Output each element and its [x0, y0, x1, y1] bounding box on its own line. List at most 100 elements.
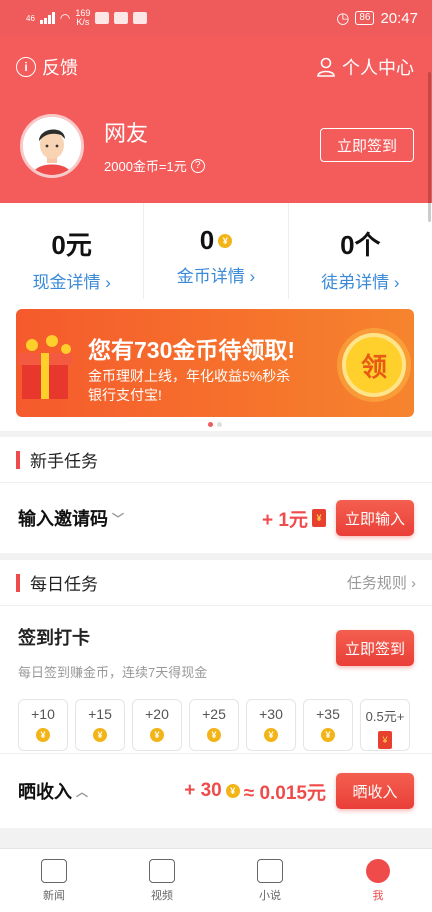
- checkin-days: +10 ¥ +15 ¥ +20 ¥ +25 ¥ +30 ¥ +35 ¥ 0.5元+ ¥: [18, 699, 414, 751]
- cash-value: 0元: [51, 230, 92, 260]
- message-icon: [95, 12, 110, 24]
- day-reward: +20: [145, 706, 169, 722]
- profile-header: i 反馈 个人中心 网友 2000金币=1元 ? 立即签到: [0, 36, 432, 203]
- checkin-day-1: +10 ¥: [18, 699, 68, 751]
- avatar-image: [23, 117, 81, 175]
- status-bar: 46 ◠ 169 K/s ◷ 86 20:47: [0, 0, 432, 36]
- day-reward: +10: [31, 706, 55, 722]
- share-reward-text: + 30: [184, 780, 222, 801]
- claim-badge[interactable]: 领: [342, 333, 406, 397]
- tab-me-label: 我: [372, 890, 384, 902]
- day-reward: +25: [202, 706, 226, 722]
- personal-center-button[interactable]: 个人中心: [316, 54, 414, 80]
- invite-reward-text: + 1元: [262, 509, 308, 531]
- carousel-indicator: [208, 422, 222, 427]
- invite-code-title: 输入邀请码: [18, 509, 108, 529]
- section-header: 每日任务 任务规则 ›: [0, 560, 432, 606]
- task-rules-label: 任务规则: [346, 575, 407, 592]
- apprentice-stat[interactable]: 0个 徒弟详情 ›: [289, 203, 432, 299]
- red-packet-icon: ¥: [312, 509, 326, 527]
- info-icon: i: [16, 57, 36, 77]
- alarm-icon: ◷: [336, 10, 350, 27]
- app-notification-icon: [133, 12, 148, 24]
- avatar[interactable]: [20, 114, 84, 178]
- checkin-card: 签到打卡 每日签到赚金币，连续7天得现金 立即签到 +10 ¥ +15 ¥ +20 ¥…: [0, 606, 432, 754]
- share-income-button[interactable]: 晒收入: [336, 773, 414, 809]
- exchange-rate[interactable]: 2000金币=1元 ?: [104, 156, 205, 175]
- daily-section-title: 每日任务: [30, 575, 98, 594]
- video-icon: [149, 859, 175, 883]
- coin-icon: ¥: [93, 728, 107, 742]
- task-rules-link[interactable]: 任务规则 ›: [347, 572, 416, 593]
- user-icon: [366, 859, 390, 883]
- chevron-right-icon: ›: [249, 267, 256, 286]
- day-reward: +30: [259, 706, 283, 722]
- apprentice-value: 0个: [340, 230, 381, 260]
- coin-icon: ¥: [225, 784, 240, 798]
- chevron-down-icon: ﹀: [112, 511, 125, 526]
- coin-icon: ¥: [150, 728, 164, 742]
- personal-center-label: 个人中心: [342, 58, 414, 78]
- time: 20:47: [380, 9, 418, 27]
- user-icon: [317, 57, 335, 77]
- banner-subtitle: 金币理财上线，年化收益5%秒杀 银行支付宝!: [88, 367, 328, 405]
- checkin-day-4: +25 ¥: [189, 699, 239, 751]
- enter-invite-button[interactable]: 立即输入: [336, 500, 414, 536]
- tab-novel-label: 小说: [259, 890, 281, 902]
- chevron-right-icon: ›: [411, 575, 416, 592]
- section-header: 新手任务: [0, 437, 432, 483]
- banner-carousel: 您有730金币待领取! 金币理财上线，年化收益5%秒杀 银行支付宝! 领: [0, 299, 432, 431]
- invite-code-row: 输入邀请码 ﹀ + 1元 ¥ 立即输入: [0, 483, 432, 553]
- cash-stat[interactable]: 0元 现金详情 ›: [0, 203, 145, 299]
- signin-button-header[interactable]: 立即签到: [320, 128, 414, 162]
- share-approx-text: ≈ 0.015元: [243, 782, 326, 804]
- exchange-rate-text: 2000金币=1元: [104, 159, 187, 174]
- newbie-task-section: 新手任务 输入邀请码 ﹀ + 1元 ¥ 立即输入: [0, 437, 432, 553]
- help-icon: ?: [190, 158, 205, 173]
- day-reward: +35: [316, 706, 340, 722]
- chevron-up-icon: ︿: [76, 784, 89, 799]
- section-marker: [16, 573, 20, 592]
- checkin-button[interactable]: 立即签到: [336, 630, 414, 666]
- tab-novel[interactable]: 小说: [216, 849, 324, 912]
- tab-news-label: 新闻: [43, 890, 65, 902]
- tab-news[interactable]: 新闻: [0, 849, 108, 912]
- share-income-title: 晒收入: [18, 782, 72, 802]
- chevron-right-icon: ›: [105, 273, 111, 292]
- coin-stat[interactable]: 0 ¥ 金币详情 ›: [144, 203, 289, 299]
- tab-me[interactable]: 我: [324, 849, 432, 912]
- promo-banner[interactable]: 您有730金币待领取! 金币理财上线，年化收益5%秒杀 银行支付宝! 领: [16, 309, 414, 417]
- checkin-day-2: +15 ¥: [75, 699, 125, 751]
- cash-detail-link: 现金详情: [32, 273, 101, 292]
- book-icon: [257, 859, 283, 883]
- gift-box-icon: [18, 335, 72, 399]
- coin-value: 0: [199, 225, 215, 255]
- daily-task-section: 每日任务 任务规则 › 签到打卡 每日签到赚金币，连续7天得现金 立即签到 +1…: [0, 560, 432, 828]
- coin-icon: ¥: [218, 233, 233, 248]
- download-icon: [114, 12, 129, 24]
- chevron-right-icon: ›: [393, 273, 400, 292]
- invite-reward: + 1元 ¥: [262, 505, 326, 532]
- share-income-row: 晒收入 ︿ + 30 ¥ ≈ 0.015元 晒收入: [0, 754, 432, 828]
- invite-code-toggle[interactable]: 输入邀请码 ﹀: [18, 505, 124, 531]
- banner-line-2: 银行支付宝!: [88, 387, 162, 403]
- share-reward: + 30 ¥ ≈ 0.015元: [184, 778, 326, 805]
- tab-video[interactable]: 视频: [108, 849, 216, 912]
- coin-icon: ¥: [36, 728, 50, 742]
- day-reward: 0.5元+: [365, 709, 405, 724]
- signal-icon: [39, 12, 55, 24]
- signal-label: 46: [26, 13, 35, 23]
- day-reward: +15: [88, 706, 112, 722]
- scrollbar[interactable]: [428, 72, 431, 222]
- banner-title: 您有730金币待领取!: [88, 337, 296, 363]
- newbie-section-title: 新手任务: [30, 452, 98, 471]
- wifi-icon: ◠: [59, 11, 71, 25]
- share-income-toggle[interactable]: 晒收入 ︿: [18, 778, 88, 804]
- red-packet-icon: ¥: [378, 731, 392, 749]
- stats-bar: 0元 现金详情 › 0 ¥ 金币详情 › 0个 徒弟详情 ›: [0, 203, 432, 299]
- coin-icon: ¥: [321, 728, 335, 742]
- feedback-button[interactable]: i 反馈: [16, 54, 78, 80]
- news-icon: [41, 859, 67, 883]
- bottom-nav: 新闻 视频 小说 我: [0, 848, 432, 912]
- tab-video-label: 视频: [151, 890, 173, 902]
